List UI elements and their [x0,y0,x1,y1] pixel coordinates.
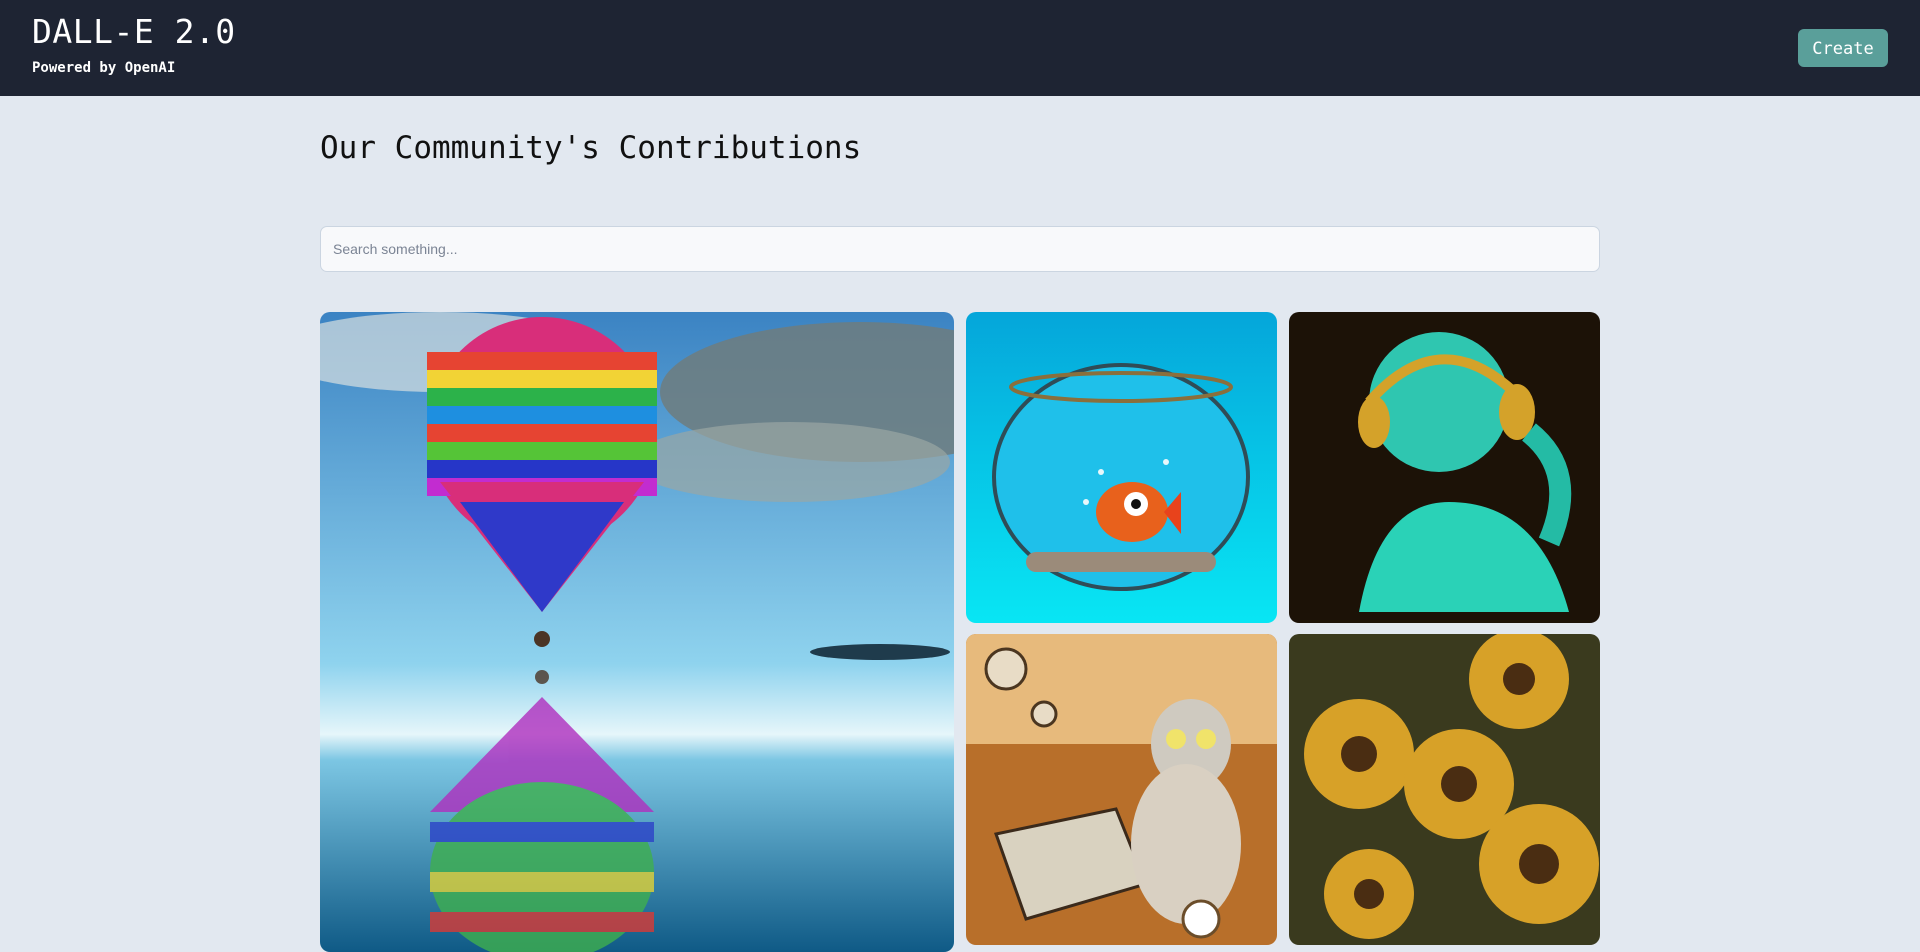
page-title: Our Community's Contributions [320,130,862,166]
app-title: DALL-E 2.0 [32,12,236,51]
balloon-image[interactable] [320,312,954,952]
statue-headphones-image[interactable] [1289,312,1600,623]
sunflowers-image[interactable] [1289,634,1600,945]
search-input[interactable] [320,226,1600,272]
app-subtitle: Powered by OpenAI [32,60,176,76]
create-button[interactable]: Create [1798,29,1888,67]
cat-chess-image[interactable] [966,634,1277,945]
fishbowl-image[interactable] [966,312,1277,623]
top-navbar: DALL-E 2.0 Powered by OpenAI Create [0,0,1920,96]
